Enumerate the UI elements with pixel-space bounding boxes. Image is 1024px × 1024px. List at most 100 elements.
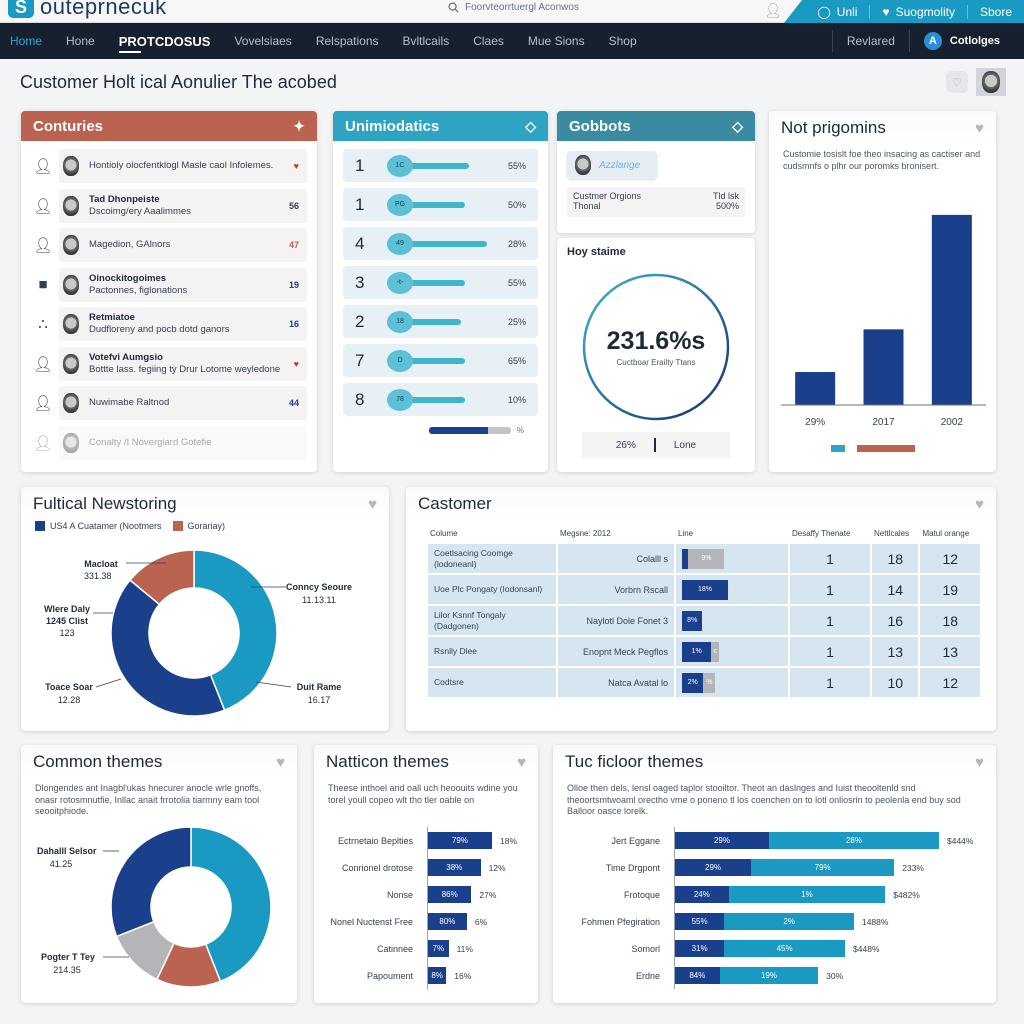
progress-knob[interactable]: 49	[387, 232, 413, 255]
favorite-button[interactable]: ♡	[946, 71, 968, 93]
bar-2-dark[interactable]: 24%	[675, 886, 729, 903]
nav-item-vovelsiaes[interactable]: Vovelsiaes	[222, 23, 303, 59]
bar-row[interactable]: Jert Eggane 29% 28% $444%	[553, 827, 996, 854]
bar-row[interactable]: Fohmen Pfegiration 55% 2% 1488%	[553, 908, 996, 935]
progress-row[interactable]: 3 -t- 55%	[343, 266, 538, 299]
bar-row[interactable]: Ectrnetaio Beplties 79% 18%	[314, 827, 538, 854]
list-item[interactable]: 👤︎ Tad Dhonpeiste Dscoimg/ery Aaalimmes 56	[31, 187, 307, 225]
progress-row[interactable]: 2 18 25%	[343, 305, 538, 338]
bar-4-dark[interactable]: 31%	[675, 940, 725, 957]
column-header[interactable]: Megsne: 2012	[558, 523, 674, 542]
list-item[interactable]: 👤︎ Conalty /I Novergiard Gotefie	[31, 424, 307, 462]
bar-row[interactable]: Erdne 84% 19% 30%	[553, 962, 996, 989]
nav-item-bvltlcails[interactable]: Bvltlcails	[391, 23, 462, 59]
bar-5-light[interactable]: 19%	[719, 967, 819, 984]
bar-0[interactable]	[795, 372, 836, 405]
nav-item-shop[interactable]: Shop	[597, 23, 649, 59]
progress-row[interactable]: 7 D 65%	[343, 344, 538, 377]
nav-revlared[interactable]: Revlared	[831, 30, 909, 52]
progress-row[interactable]: 1 PG 50%	[343, 188, 538, 221]
bar-2[interactable]: 86%	[428, 886, 472, 903]
bar-1[interactable]: 38%	[428, 859, 481, 876]
nav-item-protcdosus[interactable]: PROTCDOSUS	[107, 23, 223, 59]
bar-2-light[interactable]: 1%	[728, 886, 886, 903]
heart-icon[interactable]: ♥	[975, 496, 984, 513]
progress-knob[interactable]: PG	[387, 193, 413, 216]
avatar[interactable]	[976, 68, 1006, 96]
top-action-suogmolity[interactable]: ♥ Suogmolity	[869, 4, 967, 19]
column-header[interactable]: Line	[676, 523, 788, 542]
bar-5-dark[interactable]: 84%	[675, 967, 720, 984]
diamond-outline-icon[interactable]: ◇	[732, 118, 743, 135]
list-item[interactable]: 👤︎ Magedion, GAlnors 47	[31, 226, 307, 264]
diamond-outline-icon[interactable]: ◇	[525, 118, 536, 135]
bar-row[interactable]: Frotoque 24% 1% $482%	[553, 881, 996, 908]
bar-row[interactable]: Somorl 31% 45% $448%	[553, 935, 996, 962]
bar-2[interactable]	[931, 214, 972, 405]
progress-knob[interactable]: 1C	[387, 154, 413, 177]
column-header[interactable]: Desaffy Thenate	[790, 523, 870, 542]
list-item[interactable]: 👤︎ Nuwimabe Raltnod 44	[31, 384, 307, 422]
bar-3-dark[interactable]: 55%	[675, 913, 725, 930]
list-item[interactable]: ■ Oinockitogoimes Pactonnes, figlonations 1…	[31, 266, 307, 304]
progress-knob[interactable]: 78	[387, 388, 413, 411]
top-action-unli[interactable]: ◯ Unli	[805, 5, 869, 19]
bar-5[interactable]: 8%	[428, 967, 447, 984]
bar-row[interactable]: Conrionel drotose 38% 12%	[314, 854, 538, 881]
diamond-icon[interactable]: ✦	[293, 118, 305, 135]
nav-item-relspations[interactable]: Relspations	[304, 23, 391, 59]
column-header[interactable]: Colume	[428, 523, 556, 542]
progress-row[interactable]: 1 1C 55%	[343, 149, 538, 182]
donut-slice-1[interactable]	[110, 579, 226, 717]
bar-1-light[interactable]: 79%	[751, 859, 895, 876]
bar-1[interactable]	[863, 329, 904, 405]
bar-0-dark[interactable]: 29%	[675, 832, 769, 849]
heart-icon[interactable]: ♥	[368, 496, 377, 513]
bar-1-dark[interactable]: 29%	[675, 859, 752, 876]
table-row[interactable]: Coetlsacing Coomge (lodoneanl) Colalll s 9…	[428, 544, 980, 573]
search-box[interactable]: Foorvteorrtuergl Aconwos	[448, 2, 579, 13]
heart-icon[interactable]: ♥	[975, 754, 984, 771]
bar-row[interactable]: Catinnee 7% 11%	[314, 935, 538, 962]
bar-3-light[interactable]: 2%	[724, 913, 854, 930]
progress-knob[interactable]: -t-	[387, 271, 413, 294]
bar-row[interactable]: Time Drgpont 29% 79% 233%	[553, 854, 996, 881]
user-icon[interactable]: 👤︎	[764, 2, 782, 19]
nav-item-claes[interactable]: Claes	[461, 23, 516, 59]
column-header[interactable]: Nettlcales	[872, 523, 918, 542]
profile-chip[interactable]: Azzlange	[567, 151, 657, 179]
table-row[interactable]: Uoe Plc Pongaty (Iodonsanl) Vorbrn Rscall…	[428, 575, 980, 604]
list-item[interactable]: ∴ Retmiatoe Dudfloreny and pocb dotd ganor…	[31, 305, 307, 343]
table-row[interactable]: Codtsre Natca Avatal lo 2%% 1 10 12	[428, 668, 980, 697]
nav-item-hone[interactable]: Hone	[54, 23, 107, 59]
unimiodatics-card: Unimiodatics ◇ 1 1C 55% 1 PG 50% 4 49 28% 3 -t- 55%…	[333, 111, 548, 472]
heart-icon[interactable]: ♥	[517, 754, 526, 771]
table-row[interactable]: Lilor Ksnnf Tongaly (Dadgonen) Naylotl Do…	[428, 606, 980, 635]
app-logo[interactable]: S outeprnecuk	[8, 0, 167, 20]
nav-item-home[interactable]: Home	[0, 23, 54, 59]
top-action-sbore[interactable]: Sbore	[966, 4, 1024, 19]
donut-slice-3[interactable]	[110, 826, 192, 938]
list-item[interactable]: 👤︎ Votefvi Aumgsio Bottte lass. fegiing ty…	[31, 345, 307, 383]
heart-icon[interactable]: ♥	[975, 120, 984, 137]
bar-row[interactable]: Nonse 86% 27%	[314, 881, 538, 908]
heart-icon[interactable]: ♥	[276, 754, 285, 771]
progress-knob[interactable]: D	[387, 349, 413, 372]
list-item-subtitle: Bottte lass. fegiing ty Drur Lotome weyl…	[89, 363, 281, 375]
column-header[interactable]: Matul orange	[920, 523, 980, 542]
bar-end-label: $482%	[893, 889, 920, 900]
table-row[interactable]: Rsnlly Dlee Enopnt Meck Pegflos 1% c 1 13 13	[428, 637, 980, 666]
bar-0-light[interactable]: 28%	[768, 832, 939, 849]
list-item[interactable]: 👤︎ Hontioly olocfentklogl Masle caol Info…	[31, 147, 307, 185]
bar-row[interactable]: Nonel Nuctenst Free 80% 6%	[314, 908, 538, 935]
progress-row[interactable]: 4 49 28%	[343, 227, 538, 260]
nav-item-mue-sions[interactable]: Mue Sions	[516, 23, 597, 59]
bar-4[interactable]: 7%	[428, 940, 449, 957]
bar-0[interactable]: 79%	[428, 832, 492, 849]
progress-knob[interactable]: 18	[387, 310, 413, 333]
bar-row[interactable]: Papoument 8% 16%	[314, 962, 538, 989]
nav-cotlolges[interactable]: A Cotlolges	[908, 30, 1014, 52]
bar-4-light[interactable]: 45%	[724, 940, 846, 957]
progress-row[interactable]: 8 78 10%	[343, 383, 538, 416]
bar-3[interactable]: 80%	[428, 913, 467, 930]
